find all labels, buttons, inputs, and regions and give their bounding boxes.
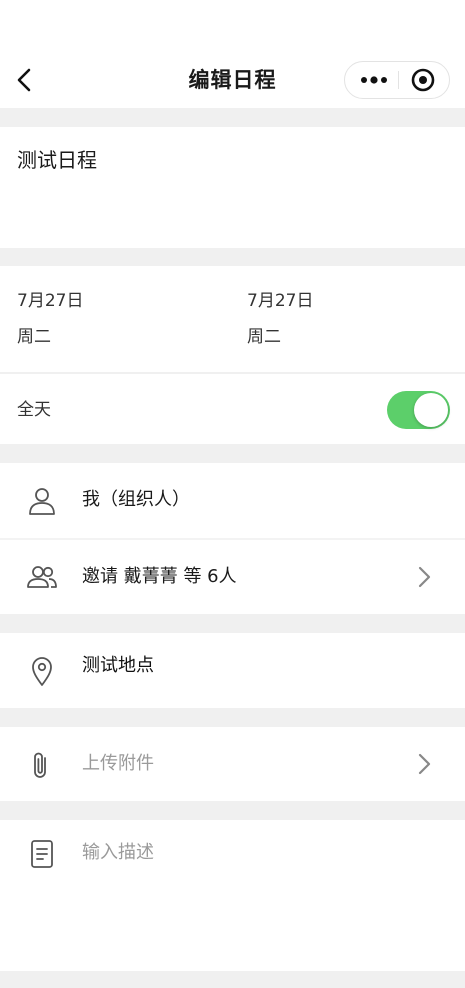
start-date: 7月27日 [17, 291, 84, 311]
end-date-picker[interactable]: 7月27日 周二 [247, 288, 313, 350]
all-day-toggle[interactable] [387, 391, 450, 429]
invitees-label: 邀请 戴菁菁 等 6人 [82, 566, 237, 587]
description-row[interactable]: 输入描述 [0, 820, 465, 971]
mini-program-capsule [344, 61, 450, 99]
people-icon [27, 566, 57, 588]
invitees-row[interactable]: 邀请 戴菁菁 等 6人 [0, 540, 465, 614]
toggle-knob [414, 393, 448, 427]
document-icon [31, 840, 53, 868]
paperclip-icon [34, 752, 46, 778]
all-day-label: 全天 [17, 400, 51, 420]
location-row[interactable]: 测试地点 [0, 633, 465, 708]
chevron-right-icon [418, 566, 431, 588]
description-input: 输入描述 [82, 842, 154, 863]
attachment-placeholder: 上传附件 [82, 753, 154, 774]
more-button[interactable] [345, 62, 399, 98]
event-title-input[interactable]: 测试日程 [17, 146, 97, 174]
more-dots-icon [361, 76, 387, 84]
attachment-row[interactable]: 上传附件 [0, 727, 465, 801]
person-icon [29, 488, 55, 515]
target-circle-icon [411, 68, 435, 92]
start-weekday: 周二 [17, 327, 51, 347]
location-pin-icon [32, 657, 52, 686]
organizer-label: 我（组织人） [82, 489, 190, 510]
organizer-row: 我（组织人） [0, 463, 465, 538]
chevron-right-icon [418, 753, 431, 775]
close-mini-program-button[interactable] [399, 62, 449, 98]
start-date-picker[interactable]: 7月27日 周二 [17, 288, 83, 350]
location-label: 测试地点 [82, 655, 154, 676]
navigation-bar: 编辑日程 [0, 0, 465, 108]
end-weekday: 周二 [247, 327, 281, 347]
end-date: 7月27日 [247, 291, 314, 311]
